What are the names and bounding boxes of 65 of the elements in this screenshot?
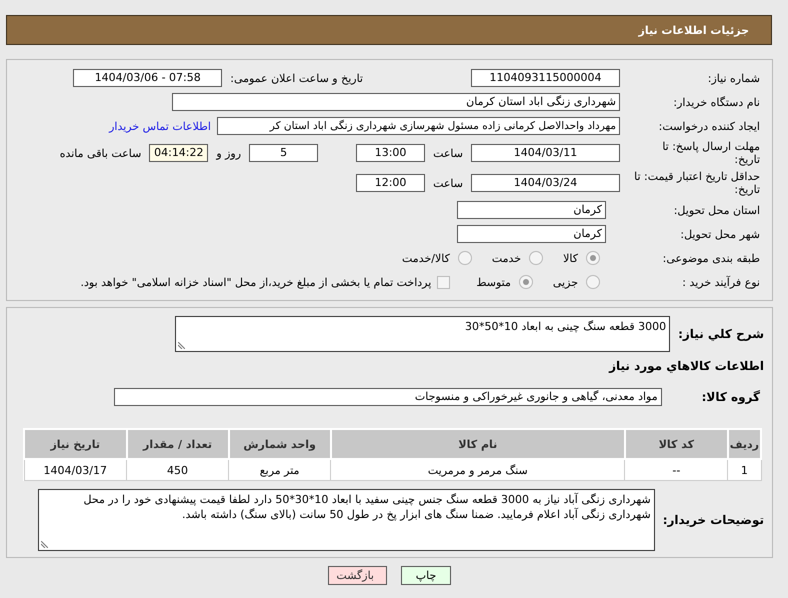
input-field[interactable]: 13:00 <box>356 144 426 162</box>
input-field[interactable]: 04:14:22 <box>149 144 208 162</box>
radio-button[interactable] <box>518 275 533 289</box>
field-label: ساعت <box>432 176 464 190</box>
field-label: روز و <box>214 146 242 160</box>
field-label: طبقه بندی موضوعی: <box>662 252 761 264</box>
field-label: توضیحات خریدار: <box>662 513 764 527</box>
text-area[interactable] <box>38 489 655 551</box>
option-label: کالا <box>563 252 578 264</box>
input-field[interactable]: مواد معدنی، گیاهی و جانوری غیرخوراکی و منسوجات <box>114 388 662 406</box>
input-field[interactable]: کرمان <box>457 201 606 219</box>
table-cell: -- <box>624 459 728 480</box>
checkbox[interactable] <box>437 276 450 288</box>
resize-grip-icon[interactable] <box>178 342 186 349</box>
back-button[interactable]: بازگشت <box>328 566 387 585</box>
contact-link[interactable]: اطلاعات تماس خریدار <box>109 120 211 132</box>
field-label: گروه کالا: <box>702 390 760 404</box>
column-header: نام کالا <box>330 429 625 459</box>
field-label: ساعت <box>432 146 464 160</box>
field-label: ساعت باقی مانده <box>58 146 142 160</box>
input-field[interactable]: 1404/03/24 <box>471 174 620 192</box>
table-cell: 450 <box>126 459 229 480</box>
table-cell: 1 <box>728 459 761 480</box>
section-title: اطلاعات کالاهاي مورد نياز <box>609 359 764 373</box>
column-header: تاریخ نیاز <box>24 429 126 459</box>
column-header: ردیف <box>728 429 761 459</box>
resize-grip-icon[interactable] <box>40 541 48 548</box>
page-title: جزئیات اطلاعات نیاز <box>638 24 749 36</box>
input-field[interactable]: 5 <box>249 144 318 162</box>
field-label: مهلت ارسال پاسخ: تا تاریخ: <box>661 140 761 166</box>
text-area[interactable]: 3000 قطعه سنگ چینی به ابعاد 10*50*30 <box>175 316 670 352</box>
field-label: شرح کلي نياز: <box>678 327 764 341</box>
input-field[interactable]: 1404/03/11 <box>471 144 620 162</box>
table-cell: سنگ مرمر و مرمریت <box>330 459 625 480</box>
input-field[interactable]: 1104093115000004 <box>471 69 620 87</box>
field-label: ایجاد کننده درخواست: <box>658 120 761 132</box>
radio-button[interactable] <box>458 251 472 265</box>
option-label: خدمت <box>492 252 522 264</box>
text-area-content: شهرداری زنگی آباد نیاز به 3000 قطعه سنگ جنس چینی سفید با ابعاد 10*30*50 دارد لطفا قیمت پیشنهادی خود را در محل شهرداری زنگی آباد اعلام فرمایید. ضمنا سنگ های ابزار پخ در طول 50 سانت (بالای سنگ) داشته باشد. <box>84 493 651 521</box>
checkbox-label: پرداخت تمام یا بخشی از مبلغ خرید،از محل "اسناد خزانه اسلامی" خواهد بود. <box>80 276 432 288</box>
input-field[interactable]: شهرداری زنگی اباد استان کرمان <box>172 93 620 111</box>
print-button[interactable]: چاپ <box>401 566 451 585</box>
text-area-content: 3000 قطعه سنگ چینی به ابعاد 10*50*30 <box>465 320 666 333</box>
option-label: کالا/خدمت <box>402 252 450 264</box>
input-field[interactable]: کرمان <box>457 225 606 243</box>
field-label: حداقل تاریخ اعتبار قیمت: تا تاریخ: <box>634 170 761 196</box>
table-cell: متر مربع <box>228 459 331 480</box>
field-label: شهر محل تحویل: <box>679 228 761 240</box>
input-field[interactable]: مهرداد واحدالاصل کرمانی زاده مسئول شهرسازی شهرداری زنگی اباد استان کر <box>217 117 620 135</box>
field-label: شماره نیاز: <box>706 72 761 84</box>
option-label: جزیی <box>552 276 578 288</box>
input-field[interactable]: 1404/03/06 - 07:58 <box>73 69 222 87</box>
radio-button[interactable] <box>586 251 600 265</box>
input-field[interactable]: 12:00 <box>356 174 426 192</box>
column-header: تعداد / مقدار <box>126 429 229 459</box>
column-header: کد کالا <box>624 429 728 459</box>
field-label: نوع فرآیند خرید : <box>681 276 761 288</box>
field-label: نام دستگاه خریدار: <box>672 96 761 108</box>
radio-button[interactable] <box>529 251 544 265</box>
column-header: واحد شمارش <box>228 429 331 459</box>
field-label: استان محل تحویل: <box>672 204 761 216</box>
radio-button[interactable] <box>586 275 600 289</box>
table-cell: 1404/03/17 <box>24 459 126 480</box>
field-label: تاریخ و ساعت اعلان عمومی: <box>229 72 364 84</box>
option-label: متوسط <box>476 276 511 288</box>
